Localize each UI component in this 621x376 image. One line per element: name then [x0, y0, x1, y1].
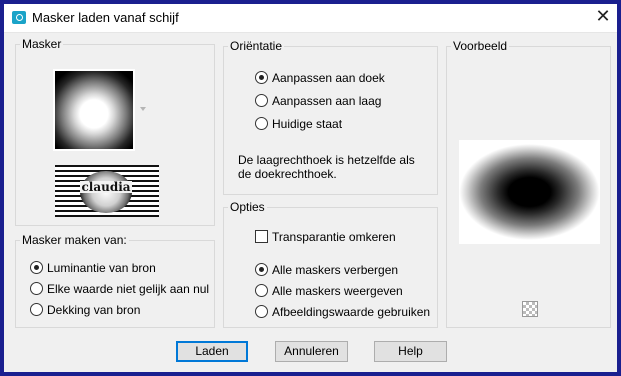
- transparency-icon[interactable]: [522, 301, 538, 317]
- radio-label: Alle maskers weergeven: [272, 284, 403, 298]
- load-button[interactable]: Laden: [176, 341, 248, 362]
- radio-button[interactable]: [30, 303, 43, 317]
- description-line: de doekrechthoek.: [238, 167, 337, 181]
- radio-label: Dekking van bron: [47, 303, 141, 317]
- radio-fit-canvas[interactable]: Aanpassen aan doek: [255, 70, 385, 88]
- radio-label: Afbeeldingswaarde gebruiken: [272, 305, 431, 319]
- claudia-text: claudia: [80, 180, 132, 194]
- mask-library-thumbnail[interactable]: claudia: [55, 165, 159, 217]
- radio-button[interactable]: [255, 263, 268, 277]
- orientation-description: De laagrechthoek is hetzelfde als de doe…: [238, 153, 415, 181]
- orientation-legend: Oriëntatie: [228, 39, 285, 53]
- radio-button[interactable]: [255, 117, 268, 131]
- masker-group: Masker claudia: [15, 37, 215, 226]
- radio-opacity[interactable]: Dekking van bron: [30, 302, 140, 320]
- radio-label: Huidige staat: [272, 117, 343, 131]
- camera-icon: [12, 11, 26, 24]
- preview-image: [459, 140, 600, 244]
- invert-transparency-checkbox[interactable]: Transparantie omkeren: [255, 229, 396, 247]
- radio-button[interactable]: [30, 261, 43, 275]
- radio-nonzero[interactable]: Elke waarde niet gelijk aan nul: [30, 281, 209, 299]
- window-title: Masker laden vanaf schijf: [32, 10, 179, 25]
- orientation-group: Oriëntatie Aanpassen aan doek Aanpassen …: [223, 39, 438, 195]
- preview-mask-ellipse: [459, 140, 600, 244]
- checkbox-label: Transparantie omkeren: [272, 230, 396, 244]
- radio-show-all[interactable]: Alle maskers weergeven: [255, 283, 403, 301]
- preview-legend: Voorbeeld: [451, 39, 510, 53]
- mask-thumbnail[interactable]: [53, 69, 135, 151]
- source-group: Masker maken van: Luminantie van bron El…: [15, 233, 215, 328]
- radio-label: Luminantie van bron: [47, 261, 156, 275]
- checkbox-box[interactable]: [255, 230, 268, 244]
- radio-label: Aanpassen aan doek: [272, 71, 385, 85]
- radio-button[interactable]: [30, 282, 43, 296]
- radio-button[interactable]: [255, 94, 268, 108]
- dialog-window: Masker laden vanaf schijf ✕ Masker claud…: [4, 4, 617, 372]
- radio-button[interactable]: [255, 71, 268, 85]
- cancel-button[interactable]: Annuleren: [275, 341, 348, 362]
- title-bar: Masker laden vanaf schijf ✕: [4, 4, 617, 33]
- radio-luminance[interactable]: Luminantie van bron: [30, 260, 156, 278]
- radio-label: Elke waarde niet gelijk aan nul: [47, 282, 210, 296]
- close-icon[interactable]: ✕: [592, 7, 614, 29]
- dropdown-arrow-icon[interactable]: [140, 107, 146, 111]
- description-line: De laagrechthoek is hetzelfde als: [238, 153, 415, 167]
- help-button[interactable]: Help: [374, 341, 447, 362]
- masker-legend: Masker: [20, 37, 64, 51]
- radio-hide-all[interactable]: Alle maskers verbergen: [255, 262, 398, 280]
- radio-fit-layer[interactable]: Aanpassen aan laag: [255, 93, 381, 111]
- radio-button[interactable]: [255, 284, 268, 298]
- radio-button[interactable]: [255, 305, 268, 319]
- options-group: Opties Transparantie omkeren Alle masker…: [223, 200, 438, 328]
- radio-current-state[interactable]: Huidige staat: [255, 116, 342, 134]
- source-legend: Masker maken van:: [20, 233, 129, 247]
- radio-label: Aanpassen aan laag: [272, 94, 382, 108]
- radio-label: Alle maskers verbergen: [272, 263, 399, 277]
- preview-group: Voorbeeld: [446, 39, 611, 328]
- radio-image-value[interactable]: Afbeeldingswaarde gebruiken: [255, 304, 430, 322]
- options-legend: Opties: [228, 200, 267, 214]
